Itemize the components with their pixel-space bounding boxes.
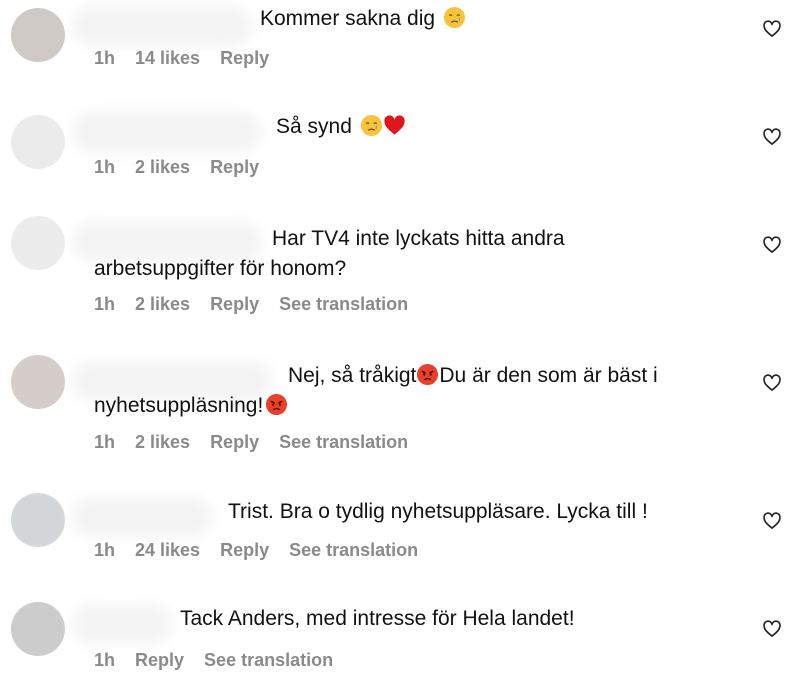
comment-text-line-2: nyhetsuppläsning! xyxy=(94,391,288,421)
comment-text-line-1: Nej, så tråkigt Du är den som är bäst i xyxy=(288,363,658,387)
heart-outline-icon[interactable] xyxy=(762,127,782,147)
reply-button[interactable]: Reply xyxy=(135,650,184,670)
likes-count[interactable]: 2 likes xyxy=(135,432,190,452)
blurred-username xyxy=(72,604,172,644)
likes-count[interactable]: 14 likes xyxy=(135,48,200,68)
avatar[interactable] xyxy=(11,216,65,270)
comment-text: Så synd xyxy=(276,112,406,142)
comment-meta: 1h 2 likes Reply See translation xyxy=(94,432,428,453)
avatar[interactable] xyxy=(11,602,65,656)
likes-count[interactable]: 24 likes xyxy=(135,540,200,560)
heart-outline-icon[interactable] xyxy=(762,373,782,393)
see-translation-link[interactable]: See translation xyxy=(279,432,408,452)
comment-meta: 1h 24 likes Reply See translation xyxy=(94,540,438,561)
timestamp: 1h xyxy=(94,48,116,68)
comment-meta: 1h Reply See translation xyxy=(94,650,353,671)
comment-meta: 1h 14 likes Reply xyxy=(94,48,289,69)
red-heart-icon xyxy=(384,115,405,135)
crying-face-icon xyxy=(360,114,382,137)
timestamp: 1h xyxy=(94,157,116,177)
heart-outline-icon[interactable] xyxy=(762,511,782,531)
comment-text: Tack Anders, med intresse för Hela lande… xyxy=(180,607,575,630)
reply-button[interactable]: Reply xyxy=(220,48,269,68)
see-translation-link[interactable]: See translation xyxy=(279,294,408,314)
likes-count[interactable]: 2 likes xyxy=(135,294,190,314)
comment-text-line-1: Har TV4 inte lyckats hitta andra xyxy=(272,227,565,250)
heart-outline-icon[interactable] xyxy=(762,19,782,39)
angry-face-icon xyxy=(266,393,288,416)
avatar[interactable] xyxy=(11,355,65,409)
likes-count[interactable]: 2 likes xyxy=(135,157,190,177)
comment-text: Trist. Bra o tydlig nyhetsuppläsare. Lyc… xyxy=(228,500,648,523)
blurred-username xyxy=(72,112,262,152)
reply-button[interactable]: Reply xyxy=(210,294,259,314)
blurred-username xyxy=(72,497,212,537)
crying-face-icon xyxy=(443,6,465,29)
avatar[interactable] xyxy=(11,115,65,169)
reply-button[interactable]: Reply xyxy=(210,157,259,177)
timestamp: 1h xyxy=(94,432,116,452)
see-translation-link[interactable]: See translation xyxy=(289,540,418,560)
reply-button[interactable]: Reply xyxy=(210,432,259,452)
blurred-username xyxy=(72,6,252,46)
comment-meta: 1h 2 likes Reply See translation xyxy=(94,294,428,315)
reply-button[interactable]: Reply xyxy=(220,540,269,560)
comment-text: Kommer sakna dig xyxy=(260,4,466,34)
comment-meta: 1h 2 likes Reply xyxy=(94,157,279,178)
comment-text-line-2: arbetsuppgifter för honom? xyxy=(94,257,347,280)
timestamp: 1h xyxy=(94,540,116,560)
avatar[interactable] xyxy=(11,8,65,62)
heart-outline-icon[interactable] xyxy=(762,619,782,639)
avatar[interactable] xyxy=(11,493,65,547)
angry-face-icon xyxy=(417,363,439,386)
timestamp: 1h xyxy=(94,294,116,314)
see-translation-link[interactable]: See translation xyxy=(204,650,333,670)
heart-outline-icon[interactable] xyxy=(762,235,782,255)
timestamp: 1h xyxy=(94,650,116,670)
